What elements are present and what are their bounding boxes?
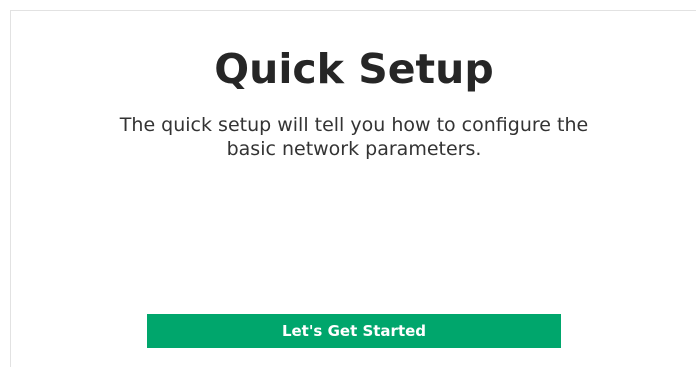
get-started-button[interactable]: Let's Get Started — [147, 314, 561, 348]
quick-setup-panel: Quick Setup The quick setup will tell yo… — [10, 10, 696, 367]
page-title: Quick Setup — [214, 45, 494, 93]
setup-description: The quick setup will tell you how to con… — [119, 114, 589, 160]
page: Quick Setup The quick setup will tell yo… — [0, 0, 696, 367]
